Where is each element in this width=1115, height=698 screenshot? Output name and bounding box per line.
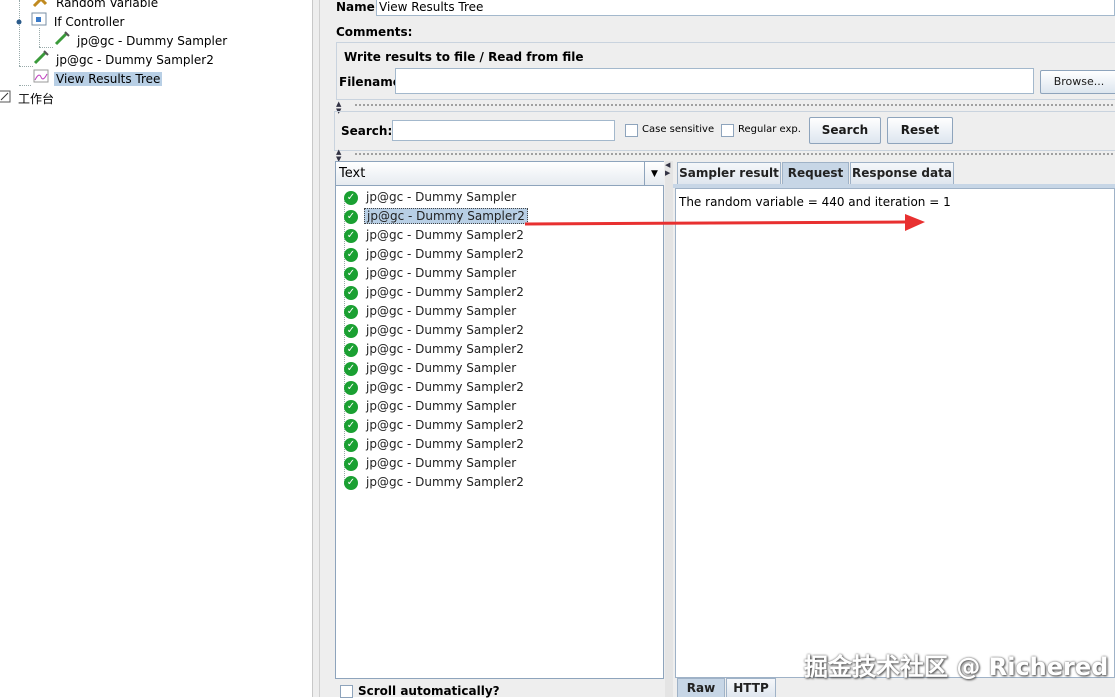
annotation-arrow-icon (524, 214, 925, 231)
watermark: 掘金技术社区 @ Richered (804, 653, 1109, 681)
